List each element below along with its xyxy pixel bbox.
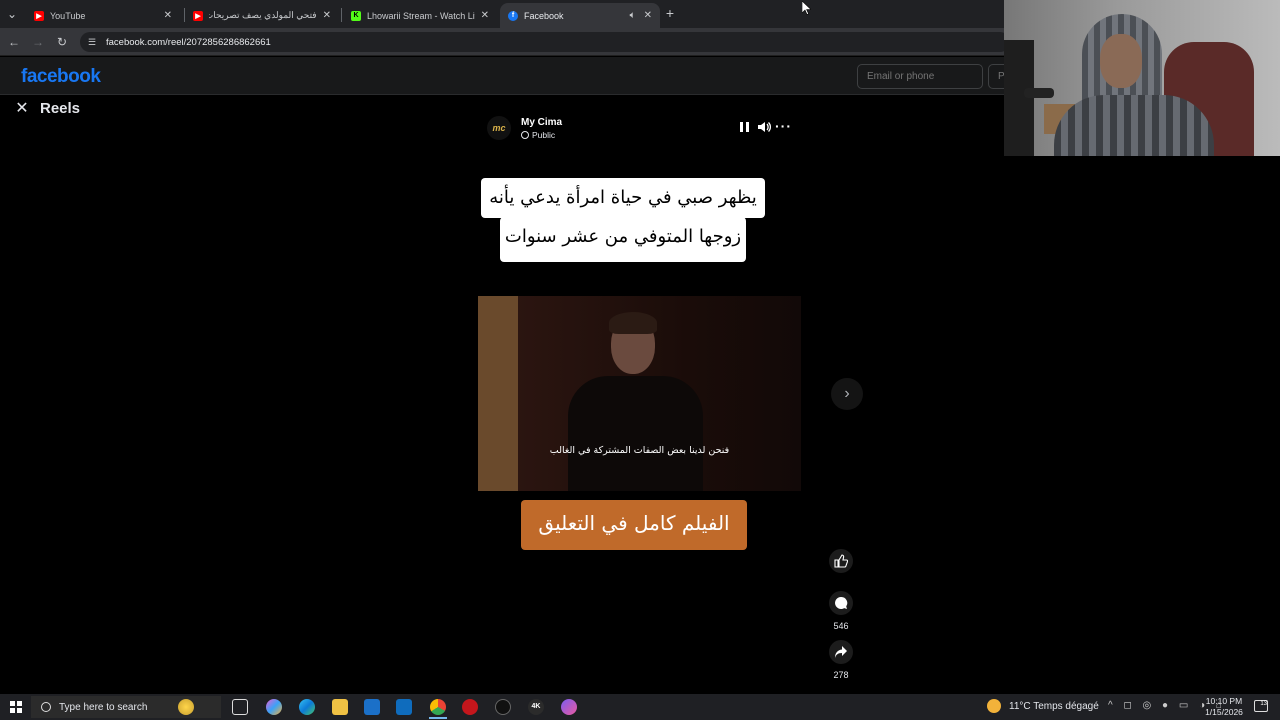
weather-widget[interactable]: 11°C Temps dégagé xyxy=(987,699,1099,713)
pause-button[interactable] xyxy=(739,120,751,134)
shares-count: 278 xyxy=(833,670,849,680)
edge-icon[interactable] xyxy=(299,699,315,715)
share-button[interactable] xyxy=(829,640,853,664)
tab-label: فتحي المولدي يصف تصريحات حـ xyxy=(209,10,317,20)
channel-name-link[interactable]: My Cima xyxy=(521,117,562,128)
speaker-icon[interactable]: 🔈︎ xyxy=(630,10,636,21)
facebook-logo[interactable]: facebook xyxy=(21,66,101,88)
clock-date: 1/15/2026 xyxy=(1205,707,1243,717)
close-tab-icon[interactable]: ✕ xyxy=(323,10,331,21)
webcam-monitor xyxy=(1004,40,1034,156)
tab-label: Facebook xyxy=(524,10,564,21)
page-title: Reels xyxy=(40,100,81,117)
video-scene-person-body xyxy=(568,376,703,491)
close-tab-icon[interactable]: ✕ xyxy=(164,10,172,21)
tab-kick-stream[interactable]: K Lhowarii Stream - Watch Live o ✕ xyxy=(343,3,497,28)
close-tab-icon[interactable]: ✕ xyxy=(481,10,489,21)
webcam-person-face xyxy=(1100,34,1142,88)
opera-icon[interactable] xyxy=(462,699,478,715)
tab-youtube-video[interactable]: ▶ فتحي المولدي يصف تصريحات حـ ✕ xyxy=(185,3,339,28)
reload-button[interactable]: ↻ xyxy=(54,34,70,50)
url-text: facebook.com/reel/2072856286862661 xyxy=(106,36,271,48)
webcam-person-shoulders xyxy=(1054,95,1214,156)
windows-taskbar: Type here to search 4K 11°C Temps dégagé… xyxy=(0,694,1280,720)
youtube-icon: ▶ xyxy=(34,10,44,21)
windows-logo-pane xyxy=(10,707,15,713)
clock-time: 10:10 PM xyxy=(1205,696,1243,706)
windows-logo-pane xyxy=(16,701,22,706)
video-subtitle: فنحن لدينا بعض الصفات المشتركة في الغالب xyxy=(549,445,730,456)
tab-label: YouTube xyxy=(50,10,86,21)
file-explorer-icon[interactable] xyxy=(332,699,348,715)
comments-count: 546 xyxy=(833,621,849,631)
start-button[interactable] xyxy=(10,701,22,713)
reel-video[interactable]: فنحن لدينا بعض الصفات المشتركة في الغالب xyxy=(478,296,801,491)
visibility-label: Public xyxy=(532,130,556,140)
pause-icon-bar xyxy=(746,122,749,132)
caption-line-1: يظهر صبي في حياة امرأة يدعي يأنه xyxy=(481,178,765,218)
back-button[interactable]: ← xyxy=(6,34,22,50)
tab-facebook[interactable]: f Facebook 🔈︎ ✕ xyxy=(500,3,660,28)
email-field[interactable] xyxy=(857,64,983,89)
mouse-cursor-icon xyxy=(802,1,811,15)
address-bar[interactable]: ☰ facebook.com/reel/2072856286862661 xyxy=(80,32,1010,52)
moon-icon xyxy=(987,699,1001,713)
next-reel-button[interactable]: › xyxy=(831,378,863,410)
chrome-icon[interactable] xyxy=(430,699,446,715)
close-icon[interactable]: ✕ xyxy=(14,101,30,117)
channel-avatar[interactable]: mc xyxy=(487,116,511,140)
youtube-icon: ▶ xyxy=(193,10,203,21)
webcam-microphone xyxy=(1024,88,1054,98)
webcam-overlay xyxy=(1004,0,1280,156)
weather-text: 11°C Temps dégagé xyxy=(1009,700,1099,712)
facebook-icon: f xyxy=(508,10,518,21)
chrome-active-indicator xyxy=(429,717,447,719)
forward-button[interactable]: → xyxy=(30,34,46,50)
tab-search-chevron-icon[interactable]: ⌄ xyxy=(4,6,20,22)
thumbs-up-icon xyxy=(834,554,848,568)
outlook-icon[interactable] xyxy=(396,699,412,715)
kick-icon: K xyxy=(351,10,361,21)
task-view-icon[interactable] xyxy=(232,699,248,715)
promo-banner: الفيلم كامل في التعليق xyxy=(521,500,747,550)
comment-icon xyxy=(835,596,848,609)
windows-logo-pane xyxy=(16,707,22,713)
4k-app-icon[interactable]: 4K xyxy=(528,699,544,715)
close-tab-icon[interactable]: ✕ xyxy=(644,10,652,21)
tab-youtube[interactable]: ▶ YouTube ✕ xyxy=(26,3,180,28)
comment-button[interactable] xyxy=(829,591,853,615)
messenger-icon[interactable] xyxy=(561,699,577,715)
obs-icon[interactable] xyxy=(495,699,511,715)
globe-icon xyxy=(521,131,529,139)
search-highlight-icon[interactable] xyxy=(178,699,194,715)
pause-icon xyxy=(740,122,743,132)
tab-label: Lhowarii Stream - Watch Live o xyxy=(367,10,475,21)
search-placeholder: Type here to search xyxy=(59,701,148,713)
new-tab-button[interactable]: + xyxy=(662,5,678,21)
copilot-icon[interactable] xyxy=(266,699,282,715)
tab-divider xyxy=(341,8,342,22)
more-options-button[interactable]: ··· xyxy=(775,118,792,134)
video-scene-door xyxy=(478,296,518,491)
like-button[interactable] xyxy=(829,549,853,573)
clock[interactable]: 10:10 PM 1/15/2026 xyxy=(1200,696,1248,718)
notifications-count: 13 xyxy=(1260,701,1267,707)
search-icon xyxy=(41,702,51,712)
volume-icon[interactable] xyxy=(756,119,772,135)
windows-logo-icon xyxy=(10,701,15,706)
caption-line-2: زوجها المتوفي من عشر سنوات xyxy=(500,217,746,262)
share-icon xyxy=(835,646,847,658)
video-scene-person-hair xyxy=(609,312,657,334)
notifications-icon[interactable]: 13 xyxy=(1254,700,1268,712)
site-info-icon[interactable]: ☰ xyxy=(88,37,98,47)
visibility-indicator: Public xyxy=(521,130,555,140)
store-icon[interactable] xyxy=(364,699,380,715)
